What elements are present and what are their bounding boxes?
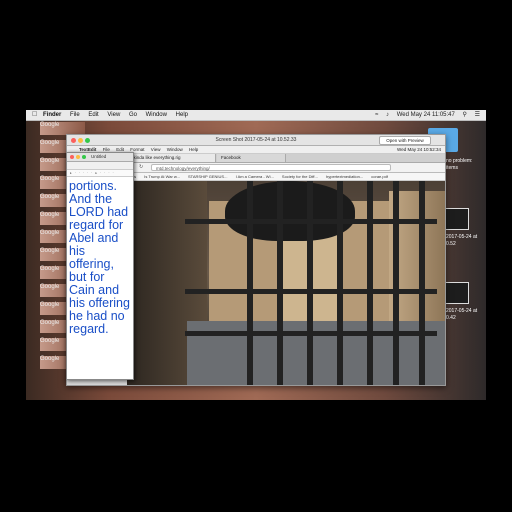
reload-icon[interactable]: ↻ bbox=[139, 164, 143, 170]
cage-bar bbox=[247, 181, 253, 385]
zoom-icon[interactable] bbox=[82, 155, 86, 159]
textedit-toolbar[interactable] bbox=[67, 162, 133, 170]
screenshot-thumbnail[interactable] bbox=[445, 282, 469, 304]
bookmarks-bar: Apps Is Trump At War w... STARSHIP GENIU… bbox=[127, 173, 445, 181]
cage-bar bbox=[307, 181, 313, 385]
preview-title: Screen Shot 2017-05-24 at 10.52.33 bbox=[215, 137, 297, 143]
menu-go[interactable]: Go bbox=[129, 112, 137, 118]
tab-facebook[interactable]: Facebook bbox=[217, 154, 286, 162]
textedit-titlebar: Untitled bbox=[67, 153, 133, 162]
textedit-window: Untitled ▸ · · · · · ▸ · · · · portions.… bbox=[66, 152, 134, 380]
bookmark-item[interactable]: hypertextmediation... bbox=[326, 174, 363, 179]
screen-capture:  Finder File Edit View Go Window Help ≈… bbox=[26, 110, 486, 400]
close-icon[interactable] bbox=[71, 138, 76, 143]
search-icon[interactable]: ⚲ bbox=[463, 112, 467, 118]
textedit-title: Untitled bbox=[91, 154, 107, 159]
menu-bar:  Finder File Edit View Go Window Help ≈… bbox=[26, 110, 486, 121]
cage-bar bbox=[337, 181, 343, 385]
preview-titlebar: Screen Shot 2017-05-24 at 10.52.33 Open … bbox=[67, 135, 445, 146]
apple-icon[interactable]:  bbox=[32, 110, 37, 120]
menu-file[interactable]: File bbox=[70, 112, 80, 118]
list-icon[interactable]: ☰ bbox=[475, 112, 480, 118]
menu-edit[interactable]: Edit bbox=[88, 112, 98, 118]
inner-menu-window: Window bbox=[166, 147, 183, 152]
game-viewport[interactable] bbox=[127, 181, 445, 385]
desktop-text: no problem: bbox=[446, 158, 473, 164]
cage-bar bbox=[367, 181, 373, 385]
screenshot-thumbnail[interactable] bbox=[445, 208, 469, 230]
desktop-text: 2017-05-24 at bbox=[446, 308, 478, 314]
close-icon[interactable] bbox=[70, 155, 74, 159]
menu-help[interactable]: Help bbox=[176, 112, 188, 118]
clock[interactable]: Wed May 24 11:05:47 bbox=[397, 112, 455, 118]
menu-list: Finder File Edit View Go Window Help bbox=[43, 110, 195, 120]
bookmark-item[interactable]: Society for the Diff... bbox=[282, 174, 318, 179]
bookmark-item[interactable]: corae.pdf bbox=[371, 174, 388, 179]
cage-bar bbox=[419, 181, 425, 385]
menu-window[interactable]: Window bbox=[146, 112, 167, 118]
status-area: ≈ ♪ Wed May 24 11:05:47 ⚲ ☰ bbox=[369, 110, 480, 120]
desktop-text: 0.42 bbox=[446, 315, 456, 321]
desktop-text: 2017-05-24 at bbox=[446, 234, 478, 240]
menu-app[interactable]: Finder bbox=[43, 112, 61, 118]
menu-view[interactable]: View bbox=[107, 112, 120, 118]
textedit-ruler[interactable]: ▸ · · · · · ▸ · · · · bbox=[67, 170, 133, 177]
address-bar: ← ↻ mtd.technology/everything/ bbox=[127, 163, 445, 173]
desktop-text: items bbox=[446, 165, 458, 171]
desktop-text: 0.52 bbox=[446, 241, 456, 247]
cage-bar bbox=[393, 181, 399, 385]
bookmark-item[interactable]: I Am a Camera - Wi... bbox=[236, 174, 274, 179]
document-text[interactable]: portions. And the LORD had regard for Ab… bbox=[69, 180, 133, 336]
volume-icon[interactable]: ♪ bbox=[386, 112, 389, 118]
url-field[interactable]: mtd.technology/everything/ bbox=[151, 164, 391, 171]
inner-menu-view: View bbox=[150, 147, 161, 152]
zoom-icon[interactable] bbox=[85, 138, 90, 143]
minimize-icon[interactable] bbox=[78, 138, 83, 143]
open-with-preview-button[interactable]: Open with Preview bbox=[379, 136, 431, 145]
browser-tabs: I kinda like everything.rig Facebook bbox=[127, 154, 445, 163]
bookmark-item[interactable]: STARSHIP GENIUS... bbox=[188, 174, 227, 179]
cage-bar bbox=[277, 181, 283, 385]
tab-everything[interactable]: I kinda like everything.rig bbox=[127, 154, 216, 162]
minimize-icon[interactable] bbox=[76, 155, 80, 159]
inner-menu-help: Help bbox=[189, 147, 199, 152]
wifi-icon[interactable]: ≈ bbox=[375, 112, 378, 118]
tree bbox=[225, 181, 355, 241]
inner-clock: Wed May 24 10:52:34 bbox=[397, 147, 441, 152]
bookmark-item[interactable]: Is Trump At War w... bbox=[144, 174, 180, 179]
